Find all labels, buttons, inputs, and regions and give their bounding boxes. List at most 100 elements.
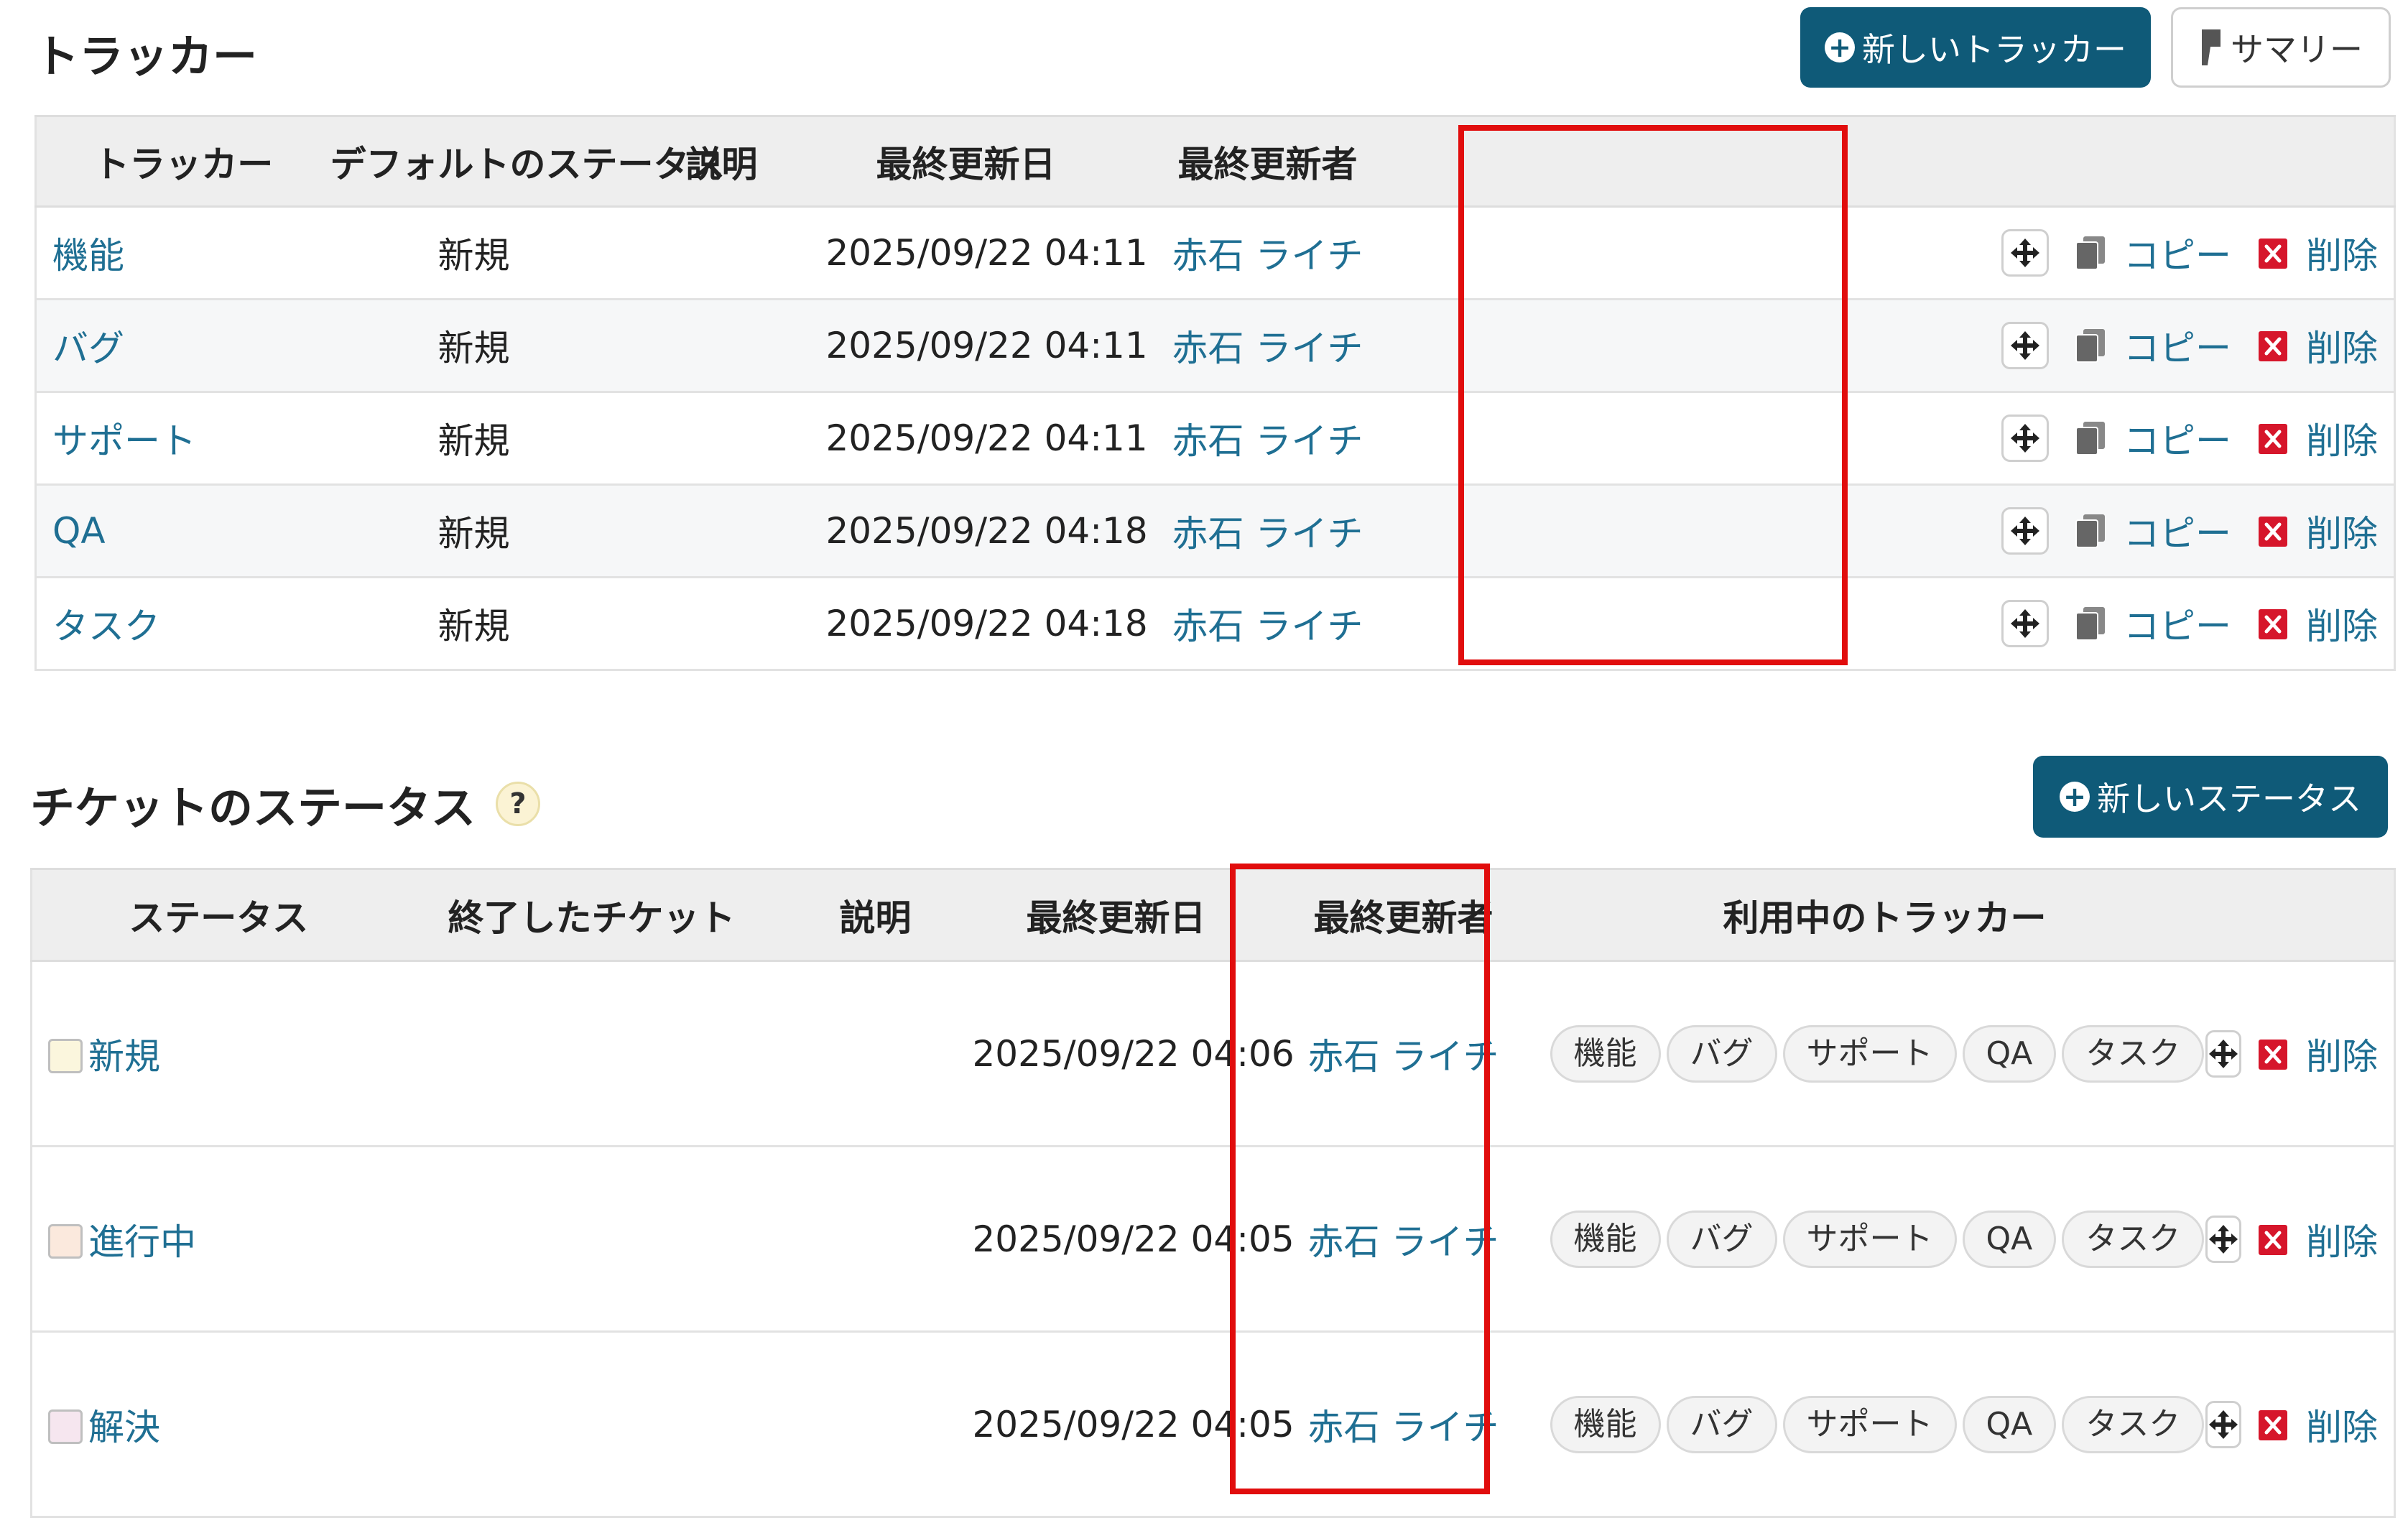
col-updated-on[interactable]: 最終更新日 [972, 868, 1260, 962]
tracker-name-link[interactable]: サポート [52, 420, 196, 462]
tracker-tag: タスク [2062, 1024, 2205, 1083]
summary-icon [2199, 28, 2223, 67]
tracker-row: 機能 新規 2025/09/22 04:11 赤石 ライチ コピー 削除 [35, 206, 2395, 300]
copy-icon [2075, 328, 2115, 364]
description-cell [617, 392, 826, 486]
actions-cell: 削除 [2205, 1331, 2395, 1518]
tracker-tag: バグ [1666, 1024, 1777, 1083]
copy-link[interactable]: コピー [2075, 505, 2231, 557]
help-icon[interactable]: ? [496, 782, 541, 826]
delete-label: 削除 [2306, 513, 2378, 555]
copy-icon [2075, 420, 2115, 456]
new-tracker-label: 新しいトラッカー [1862, 30, 2126, 69]
copy-link[interactable]: コピー [2075, 412, 2231, 464]
move-icon[interactable] [2001, 415, 2049, 462]
highlight-updated-by-trackers [1458, 125, 1848, 665]
summary-button[interactable]: サマリー [2171, 7, 2391, 88]
updated-by-link[interactable]: 赤石 ライチ [1172, 420, 1363, 462]
tracker-name-link[interactable]: 機能 [52, 235, 124, 277]
move-icon[interactable] [2205, 1215, 2241, 1263]
move-icon[interactable] [2001, 229, 2049, 277]
move-icon[interactable] [2205, 1400, 2241, 1448]
status-name-link[interactable]: 解決 [88, 1407, 160, 1448]
used-trackers-cell: 機能 バグ サポート QA タスク [1547, 1331, 2223, 1518]
updated-by-link[interactable]: 赤石 ライチ [1172, 606, 1363, 647]
default-status-cell: 新規 [330, 299, 618, 393]
tracker-tag: バグ [1666, 1210, 1777, 1268]
row-actions: 削除 [2205, 1213, 2394, 1265]
col-tracker[interactable]: トラッカー [35, 115, 330, 208]
copy-link[interactable]: コピー [2075, 598, 2231, 649]
delete-link[interactable]: 削除 [2257, 320, 2378, 371]
delete-icon [2257, 606, 2297, 641]
col-description[interactable]: 説明 [778, 868, 973, 962]
tracker-tag: QA [1962, 1024, 2057, 1083]
updated-by-cell: 赤石 ライチ [1106, 299, 1430, 393]
col-default-status[interactable]: デフォルトのステータス [330, 115, 726, 208]
delete-label: 削除 [2306, 1406, 2378, 1448]
copy-icon [2075, 235, 2115, 271]
delete-icon [2257, 328, 2297, 363]
delete-label: 削除 [2306, 420, 2378, 462]
delete-link[interactable]: 削除 [2257, 412, 2378, 464]
tracker-name-link[interactable]: QA [52, 510, 106, 552]
move-icon[interactable] [2001, 322, 2049, 369]
trackers-header-row: トラッカー デフォルトのステータス 説明 最終更新日 最終更新者 [35, 115, 2395, 208]
copy-link[interactable]: コピー [2075, 320, 2231, 371]
status-name-link[interactable]: 進行中 [88, 1221, 196, 1263]
move-icon[interactable] [2205, 1029, 2241, 1078]
status-name-cell: 解決 [31, 1331, 405, 1518]
new-status-label: 新しいステータス [2097, 779, 2361, 818]
trackers-title: トラッカー [34, 30, 258, 83]
new-tracker-button[interactable]: + 新しいトラッカー [1800, 7, 2151, 88]
updated-by-cell: 赤石 ライチ [1106, 484, 1430, 578]
is-closed-cell [404, 1146, 779, 1333]
updated-on-cell: 2025/09/22 04:11 [825, 392, 1148, 486]
tracker-name-link[interactable]: タスク [52, 606, 160, 647]
delete-link[interactable]: 削除 [2257, 1399, 2378, 1450]
new-status-button[interactable]: + 新しいステータス [2033, 756, 2388, 838]
statuses-heading: チケットのステータス ? [30, 772, 541, 836]
move-icon[interactable] [2001, 507, 2049, 555]
col-used-trackers[interactable]: 利用中のトラッカー [1547, 868, 2223, 962]
updated-on-cell: 2025/09/22 04:11 [825, 206, 1148, 300]
col-is-closed[interactable]: 終了したチケット [404, 868, 779, 962]
tracker-tag: QA [1962, 1210, 2057, 1268]
summary-label: サマリー [2231, 30, 2363, 69]
updated-by-link[interactable]: 赤石 ライチ [1172, 235, 1363, 277]
updated-by-link[interactable]: 赤石 ライチ [1172, 328, 1363, 369]
move-icon[interactable] [2001, 600, 2049, 647]
delete-label: 削除 [2306, 1035, 2378, 1078]
default-status-cell: 新規 [330, 484, 618, 578]
col-updated-on[interactable]: 最終更新日 [825, 115, 1106, 208]
used-trackers-cell: 機能 バグ サポート QA タスク [1547, 1146, 2223, 1333]
status-color-box [48, 1224, 83, 1259]
updated-by-link[interactable]: 赤石 ライチ [1172, 513, 1363, 555]
description-cell [778, 960, 973, 1147]
col-updated-by[interactable]: 最終更新者 [1106, 115, 1430, 208]
delete-link[interactable]: 削除 [2257, 505, 2378, 557]
col-status[interactable]: ステータス [31, 868, 405, 962]
tracker-name-link[interactable]: バグ [52, 328, 124, 369]
status-row: 新規 2025/09/22 04:06 赤石 ライチ 機能 バグ サポート QA タスク 削除 [31, 960, 2395, 1147]
tracker-name-cell: 機能 [35, 206, 330, 300]
tracker-name-cell: サポート [35, 392, 330, 486]
delete-link[interactable]: 削除 [2257, 1213, 2378, 1265]
description-cell [617, 206, 826, 300]
delete-icon [2257, 1037, 2297, 1071]
updated-on-cell: 2025/09/22 04:18 [825, 484, 1148, 578]
statuses-title: チケットのステータス [30, 782, 476, 834]
plus-circle-icon: + [1825, 32, 1855, 63]
delete-link[interactable]: 削除 [2257, 598, 2378, 649]
delete-icon [2257, 514, 2297, 548]
tracker-row: バグ 新規 2025/09/22 04:11 赤石 ライチ コピー 削除 [35, 299, 2395, 393]
updated-on-cell: 2025/09/22 04:06 [972, 960, 1295, 1147]
delete-link[interactable]: 削除 [2257, 1028, 2378, 1080]
updated-on-cell: 2025/09/22 04:05 [972, 1146, 1295, 1333]
delete-link[interactable]: 削除 [2257, 227, 2378, 279]
description-cell [617, 577, 826, 671]
delete-label: 削除 [2306, 235, 2378, 277]
status-name-link[interactable]: 新規 [88, 1036, 160, 1078]
used-trackers-cell: 機能 バグ サポート QA タスク [1547, 960, 2223, 1147]
copy-link[interactable]: コピー [2075, 227, 2231, 279]
